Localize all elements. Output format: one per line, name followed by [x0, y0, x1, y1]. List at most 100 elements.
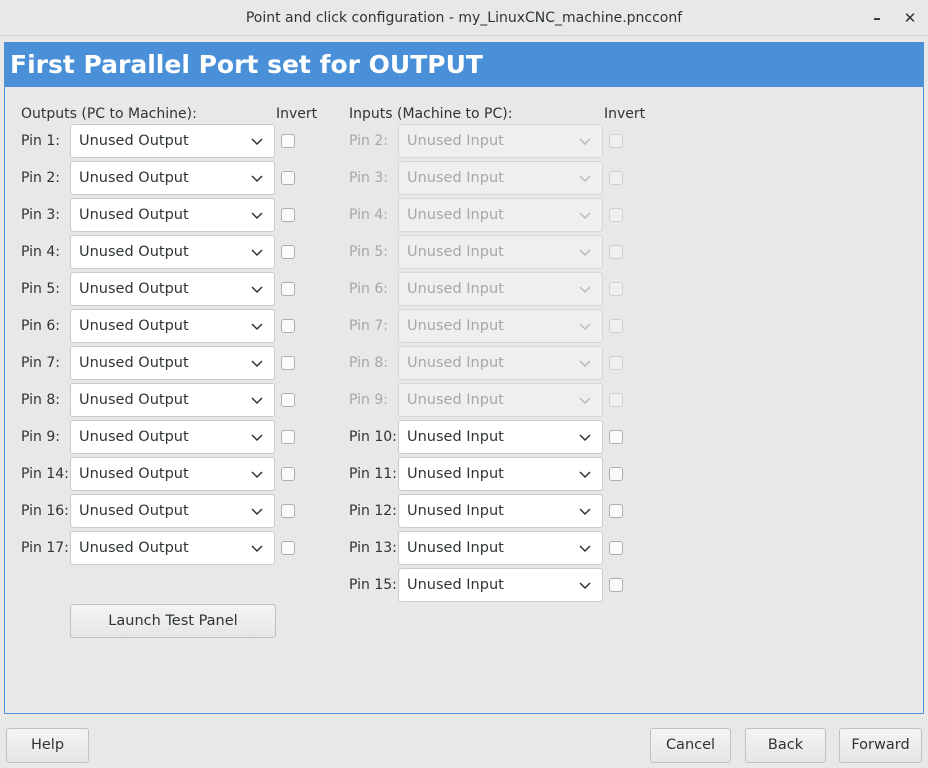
- output-invert-checkbox[interactable]: [281, 134, 295, 148]
- input-invert-checkbox: [609, 208, 623, 222]
- chevron-down-icon: [578, 541, 592, 555]
- input-invert-checkbox: [609, 245, 623, 259]
- output-pin-select[interactable]: Unused Output: [70, 383, 275, 417]
- forward-button[interactable]: Forward: [839, 728, 922, 763]
- output-pin-label: Pin 9:: [21, 429, 60, 445]
- input-pin-select: Unused Input: [398, 124, 603, 158]
- chevron-down-icon: [578, 245, 592, 259]
- input-pin-label: Pin 2:: [349, 133, 388, 149]
- input-invert-checkbox: [609, 171, 623, 185]
- chevron-down-icon: [578, 393, 592, 407]
- output-pin-label: Pin 16:: [21, 503, 69, 519]
- output-invert-checkbox[interactable]: [281, 504, 295, 518]
- output-pin-select[interactable]: Unused Output: [70, 272, 275, 306]
- input-pin-select[interactable]: Unused Input: [398, 420, 603, 454]
- select-value: Unused Input: [407, 207, 504, 223]
- input-pin-select[interactable]: Unused Input: [398, 568, 603, 602]
- chevron-down-icon: [578, 430, 592, 444]
- select-value: Unused Input: [407, 429, 504, 445]
- output-pin-select[interactable]: Unused Output: [70, 420, 275, 454]
- chevron-down-icon: [578, 467, 592, 481]
- minimize-icon[interactable]: –: [865, 6, 889, 30]
- output-pin-label: Pin 2:: [21, 170, 60, 186]
- output-pin-label: Pin 3:: [21, 207, 60, 223]
- input-pin-label: Pin 9:: [349, 392, 388, 408]
- select-value: Unused Output: [79, 540, 189, 556]
- output-invert-checkbox[interactable]: [281, 393, 295, 407]
- select-value: Unused Input: [407, 355, 504, 371]
- input-pin-label: Pin 13:: [349, 540, 397, 556]
- input-pin-select: Unused Input: [398, 383, 603, 417]
- output-invert-checkbox[interactable]: [281, 171, 295, 185]
- input-invert-checkbox[interactable]: [609, 430, 623, 444]
- inputs-header: Inputs (Machine to PC):: [349, 106, 513, 122]
- output-invert-checkbox[interactable]: [281, 282, 295, 296]
- output-pin-select[interactable]: Unused Output: [70, 531, 275, 565]
- output-invert-checkbox[interactable]: [281, 541, 295, 555]
- help-button[interactable]: Help: [6, 728, 89, 763]
- input-pin-select[interactable]: Unused Input: [398, 457, 603, 491]
- input-pin-select[interactable]: Unused Input: [398, 531, 603, 565]
- chevron-down-icon: [578, 319, 592, 333]
- select-value: Unused Output: [79, 503, 189, 519]
- output-invert-checkbox[interactable]: [281, 208, 295, 222]
- chevron-down-icon: [250, 134, 264, 148]
- output-pin-select[interactable]: Unused Output: [70, 457, 275, 491]
- launch-test-panel-button[interactable]: Launch Test Panel: [70, 604, 276, 638]
- chevron-down-icon: [250, 541, 264, 555]
- close-icon[interactable]: ✕: [898, 6, 922, 30]
- select-value: Unused Output: [79, 355, 189, 371]
- output-pin-select[interactable]: Unused Output: [70, 494, 275, 528]
- output-pin-select[interactable]: Unused Output: [70, 161, 275, 195]
- select-value: Unused Input: [407, 318, 504, 334]
- output-pin-label: Pin 7:: [21, 355, 60, 371]
- input-pin-label: Pin 6:: [349, 281, 388, 297]
- inputs-invert-header: Invert: [604, 106, 646, 122]
- input-pin-label: Pin 12:: [349, 503, 397, 519]
- select-value: Unused Input: [407, 170, 504, 186]
- input-pin-label: Pin 3:: [349, 170, 388, 186]
- back-button[interactable]: Back: [745, 728, 826, 763]
- output-invert-checkbox[interactable]: [281, 430, 295, 444]
- input-invert-checkbox[interactable]: [609, 504, 623, 518]
- input-pin-label: Pin 10:: [349, 429, 397, 445]
- chevron-down-icon: [250, 208, 264, 222]
- chevron-down-icon: [578, 578, 592, 592]
- input-invert-checkbox: [609, 393, 623, 407]
- input-pin-select[interactable]: Unused Input: [398, 494, 603, 528]
- input-invert-checkbox[interactable]: [609, 467, 623, 481]
- chevron-down-icon: [250, 282, 264, 296]
- output-pin-label: Pin 1:: [21, 133, 60, 149]
- output-pin-select[interactable]: Unused Output: [70, 198, 275, 232]
- output-invert-checkbox[interactable]: [281, 467, 295, 481]
- chevron-down-icon: [578, 282, 592, 296]
- input-invert-checkbox[interactable]: [609, 541, 623, 555]
- output-pin-select[interactable]: Unused Output: [70, 235, 275, 269]
- output-pin-select[interactable]: Unused Output: [70, 309, 275, 343]
- title-bar: Point and click configuration - my_Linux…: [0, 0, 928, 36]
- select-value: Unused Input: [407, 133, 504, 149]
- input-pin-label: Pin 4:: [349, 207, 388, 223]
- input-pin-select: Unused Input: [398, 309, 603, 343]
- chevron-down-icon: [250, 171, 264, 185]
- output-pin-select[interactable]: Unused Output: [70, 124, 275, 158]
- output-invert-checkbox[interactable]: [281, 319, 295, 333]
- window-title: Point and click configuration - my_Linux…: [245, 10, 683, 26]
- input-pin-select: Unused Input: [398, 346, 603, 380]
- select-value: Unused Output: [79, 170, 189, 186]
- chevron-down-icon: [578, 134, 592, 148]
- output-pin-select[interactable]: Unused Output: [70, 346, 275, 380]
- chevron-down-icon: [250, 504, 264, 518]
- input-invert-checkbox[interactable]: [609, 578, 623, 592]
- select-value: Unused Input: [407, 244, 504, 260]
- page-title: First Parallel Port set for OUTPUT: [5, 43, 923, 87]
- chevron-down-icon: [578, 208, 592, 222]
- select-value: Unused Input: [407, 281, 504, 297]
- input-pin-label: Pin 5:: [349, 244, 388, 260]
- output-invert-checkbox[interactable]: [281, 245, 295, 259]
- output-pin-label: Pin 4:: [21, 244, 60, 260]
- input-pin-select: Unused Input: [398, 161, 603, 195]
- output-invert-checkbox[interactable]: [281, 356, 295, 370]
- select-value: Unused Output: [79, 281, 189, 297]
- cancel-button[interactable]: Cancel: [650, 728, 731, 763]
